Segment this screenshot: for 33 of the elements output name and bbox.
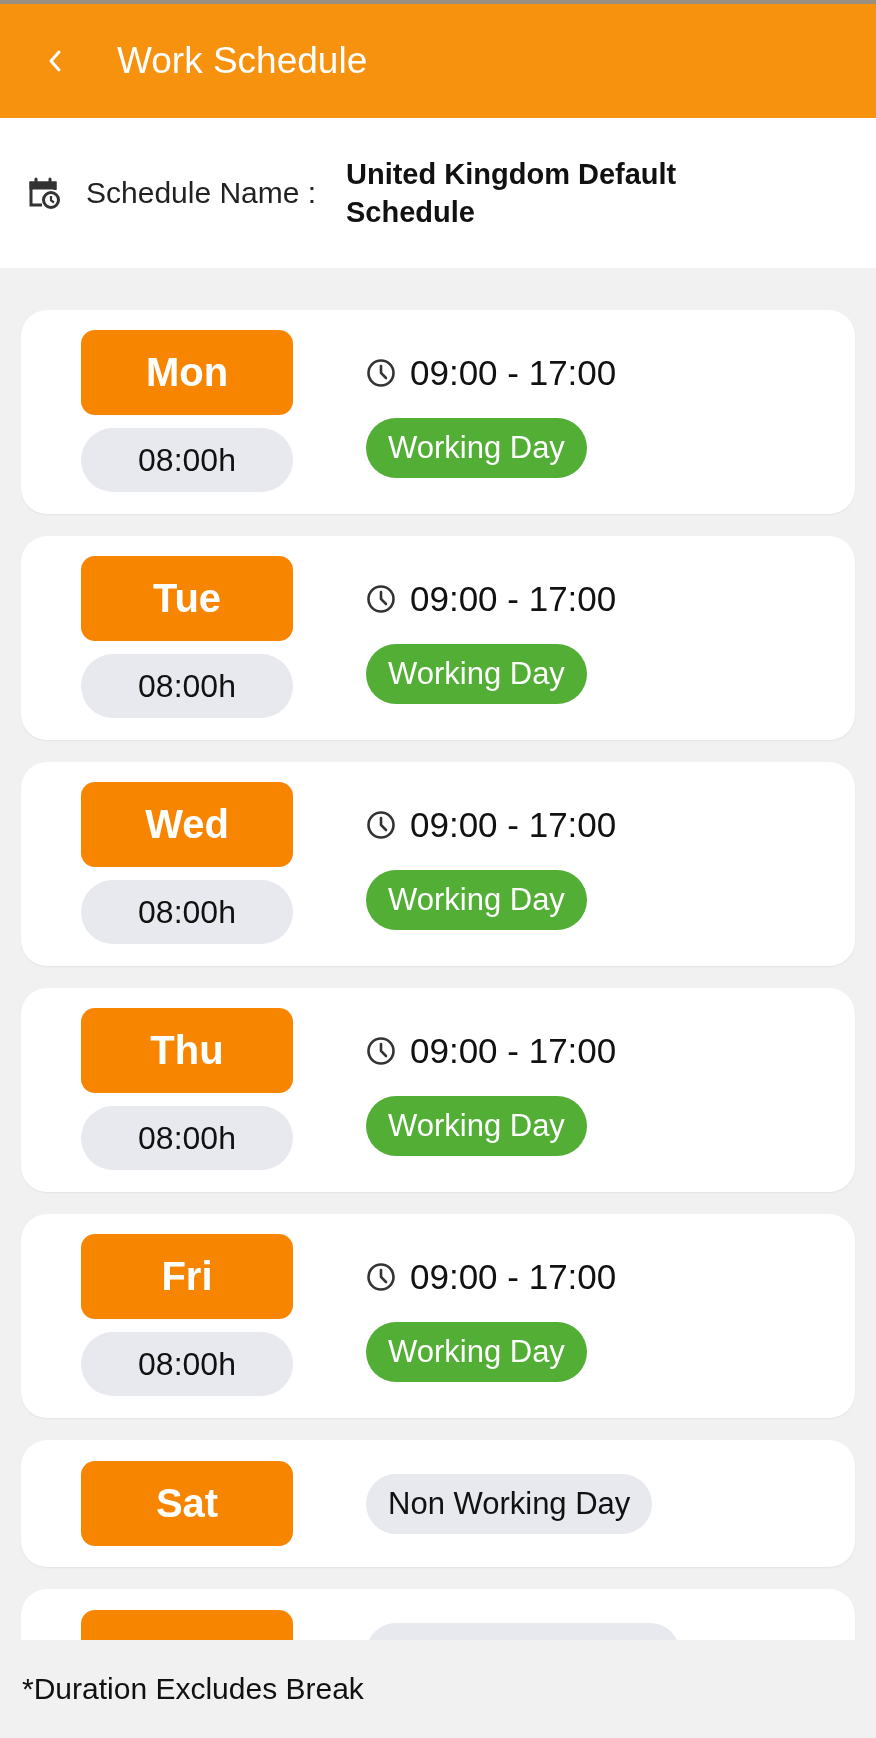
time-range: 09:00 - 17:00	[410, 1031, 617, 1071]
clock-icon	[366, 584, 396, 614]
clock-icon	[366, 1036, 396, 1066]
day-status-tag: Non Working Day	[366, 1473, 653, 1534]
schedule-name-label: Schedule Name :	[86, 176, 318, 210]
day-status-tag: Working Day	[366, 644, 587, 704]
day-badge: Thu	[81, 1008, 293, 1093]
clock-icon	[366, 1262, 396, 1292]
day-badge: Mon	[81, 330, 293, 415]
time-range: 09:00 - 17:00	[410, 579, 617, 619]
duration-pill: 08:00h	[81, 1332, 293, 1396]
back-icon[interactable]	[48, 49, 62, 73]
day-status-tag: Working Day	[366, 418, 587, 478]
day-badge: Sat	[81, 1461, 293, 1546]
duration-pill: 08:00h	[81, 880, 293, 944]
schedule-name-value: United Kingdom Default Schedule	[346, 157, 678, 230]
day-status-tag: Working Day	[366, 1096, 587, 1156]
time-range: 09:00 - 17:00	[410, 1257, 617, 1297]
day-badge: Tue	[81, 556, 293, 641]
clock-icon	[366, 810, 396, 840]
calendar-clock-icon	[27, 176, 61, 210]
footnote: *Duration Excludes Break	[22, 1672, 364, 1706]
day-badge: Wed	[81, 782, 293, 867]
clock-icon	[366, 358, 396, 388]
screen-title: Work Schedule	[117, 40, 368, 82]
duration-pill: 08:00h	[81, 1106, 293, 1170]
duration-pill: 08:00h	[81, 654, 293, 718]
time-range: 09:00 - 17:00	[410, 805, 617, 845]
day-status-tag: Working Day	[366, 870, 587, 930]
duration-pill: 08:00h	[81, 428, 293, 492]
time-range: 09:00 - 17:00	[410, 353, 617, 393]
day-status-tag: Working Day	[366, 1322, 587, 1382]
day-badge: Fri	[81, 1234, 293, 1319]
